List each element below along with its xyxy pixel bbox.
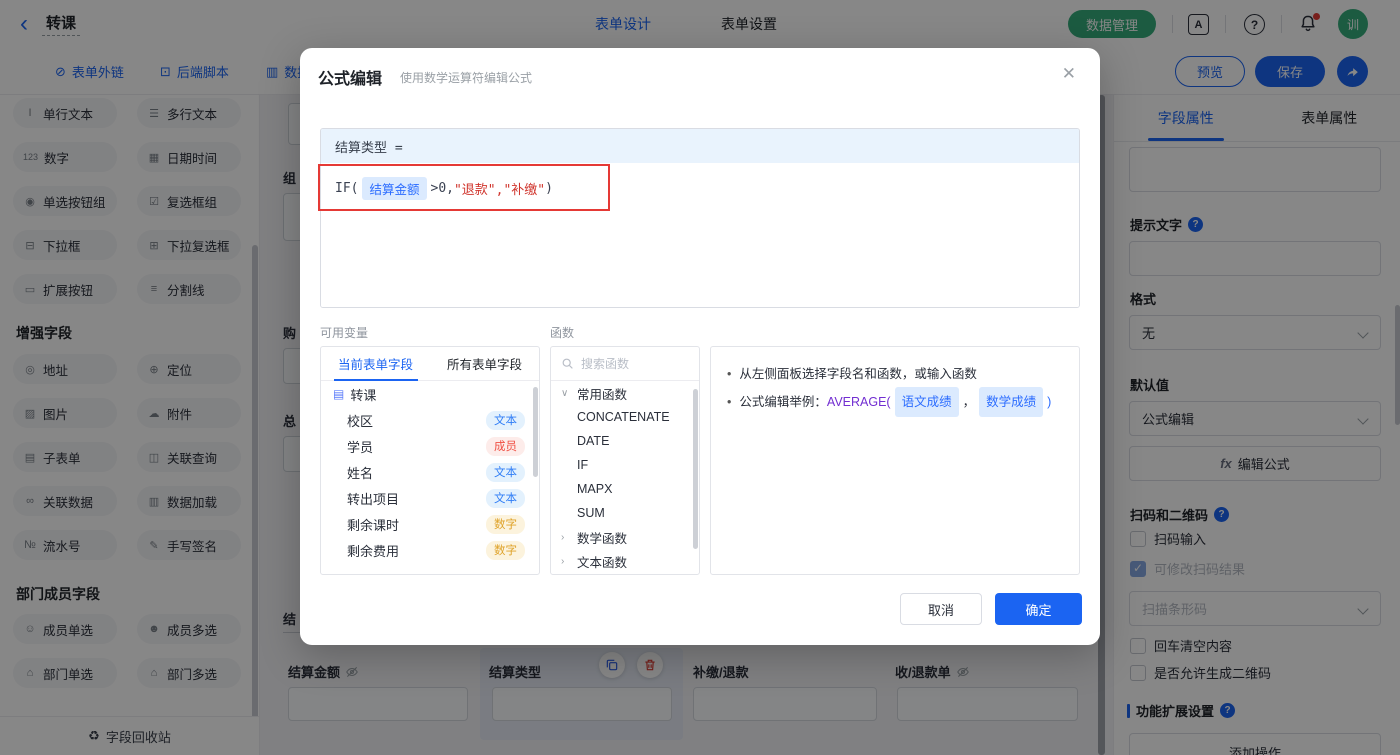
- bullet-icon: •: [727, 389, 731, 415]
- formula-expression: IF( 结算金额 >0, "退款","补缴" ): [335, 177, 553, 200]
- variable-item[interactable]: 校区文本: [321, 407, 539, 433]
- formula-editor-modal: 公式编辑 使用数学运算符编辑公式 ✕ 结算类型 = IF( 结算金额 >0, "…: [300, 48, 1100, 645]
- example-field-chip: 数学成绩: [979, 387, 1043, 417]
- type-badge: 数字: [486, 541, 525, 560]
- formula-strings: "退款","补缴": [454, 179, 545, 198]
- function-group-math[interactable]: › 数学函数: [551, 525, 699, 549]
- field-chip[interactable]: 结算金额: [362, 177, 426, 200]
- tab-current-form-fields[interactable]: 当前表单字段: [321, 347, 430, 380]
- chevron-down-icon: ∨: [561, 388, 571, 399]
- tab-all-form-fields[interactable]: 所有表单字段: [430, 347, 539, 380]
- type-badge: 文本: [486, 463, 525, 482]
- variables-scrollbar[interactable]: [533, 387, 538, 477]
- type-badge: 成员: [486, 437, 525, 456]
- variable-item[interactable]: 剩余费用数字: [321, 537, 539, 563]
- formula-fn-close: ): [545, 181, 553, 196]
- formula-fn-open: IF(: [335, 181, 358, 196]
- function-item[interactable]: DATE: [551, 429, 699, 453]
- function-item[interactable]: CONCATENATE: [551, 405, 699, 429]
- variable-item[interactable]: 转出项目文本: [321, 485, 539, 511]
- variables-tabs: 当前表单字段 所有表单字段: [321, 347, 539, 381]
- help-tip: • 从左侧面板选择字段名和函数，或输入函数: [727, 361, 1063, 387]
- confirm-button[interactable]: 确定: [995, 593, 1082, 625]
- example-field-chip: 语文成绩: [895, 387, 959, 417]
- type-badge: 文本: [486, 411, 525, 430]
- function-search: [551, 347, 699, 381]
- type-badge: 数字: [486, 515, 525, 534]
- example-function: AVERAGE(: [827, 389, 891, 415]
- cancel-button[interactable]: 取消: [900, 593, 982, 625]
- functions-scrollbar[interactable]: [693, 389, 698, 549]
- variable-form-root[interactable]: ▤ 转课: [321, 381, 539, 407]
- formula-box: 结算类型 = IF( 结算金额 >0, "退款","补缴" ): [320, 128, 1080, 308]
- function-item[interactable]: MAPX: [551, 477, 699, 501]
- modal-title: 公式编辑: [318, 65, 382, 89]
- help-example: • 公式编辑举例： AVERAGE( 语文成绩 ， 数学成绩 ): [727, 387, 1063, 417]
- function-search-input[interactable]: [581, 357, 681, 371]
- example-close-paren: ): [1047, 389, 1051, 415]
- variables-label: 可用变量: [320, 324, 368, 341]
- formula-target: 结算类型 =: [321, 129, 1079, 163]
- formula-editor[interactable]: IF( 结算金额 >0, "退款","补缴" ): [321, 163, 1079, 308]
- function-item[interactable]: IF: [551, 453, 699, 477]
- modal-subtitle: 使用数学运算符编辑公式: [400, 69, 532, 86]
- function-item[interactable]: SUM: [551, 501, 699, 525]
- variable-item[interactable]: 学员成员: [321, 433, 539, 459]
- type-badge: 文本: [486, 489, 525, 508]
- variables-panel: 当前表单字段 所有表单字段 ▤ 转课 校区文本 学员成员 姓名文本 转出项目文本…: [320, 346, 540, 575]
- formula-operator: >0,: [431, 181, 454, 196]
- close-icon[interactable]: ✕: [1062, 64, 1076, 84]
- variable-item[interactable]: 剩余课时数字: [321, 511, 539, 537]
- chevron-right-icon: ›: [561, 556, 571, 567]
- app-root: ‹ 转课 表单设计 表单设置 数据管理 A ? 训 ⊘ 表单外链 ⊡ 后端脚本 …: [0, 0, 1400, 755]
- function-group-text[interactable]: › 文本函数: [551, 549, 699, 573]
- form-file-icon: ▤: [333, 387, 344, 401]
- variable-item[interactable]: 姓名文本: [321, 459, 539, 485]
- bullet-icon: •: [727, 361, 731, 387]
- search-icon: [561, 357, 574, 370]
- chevron-right-icon: ›: [561, 532, 571, 543]
- function-group-common[interactable]: ∨ 常用函数: [551, 381, 699, 405]
- functions-label: 函数: [550, 324, 574, 341]
- help-panel: • 从左侧面板选择字段名和函数，或输入函数 • 公式编辑举例： AVERAGE(…: [710, 346, 1080, 575]
- functions-panel: ∨ 常用函数 CONCATENATE DATE IF MAPX SUM › 数学…: [550, 346, 700, 575]
